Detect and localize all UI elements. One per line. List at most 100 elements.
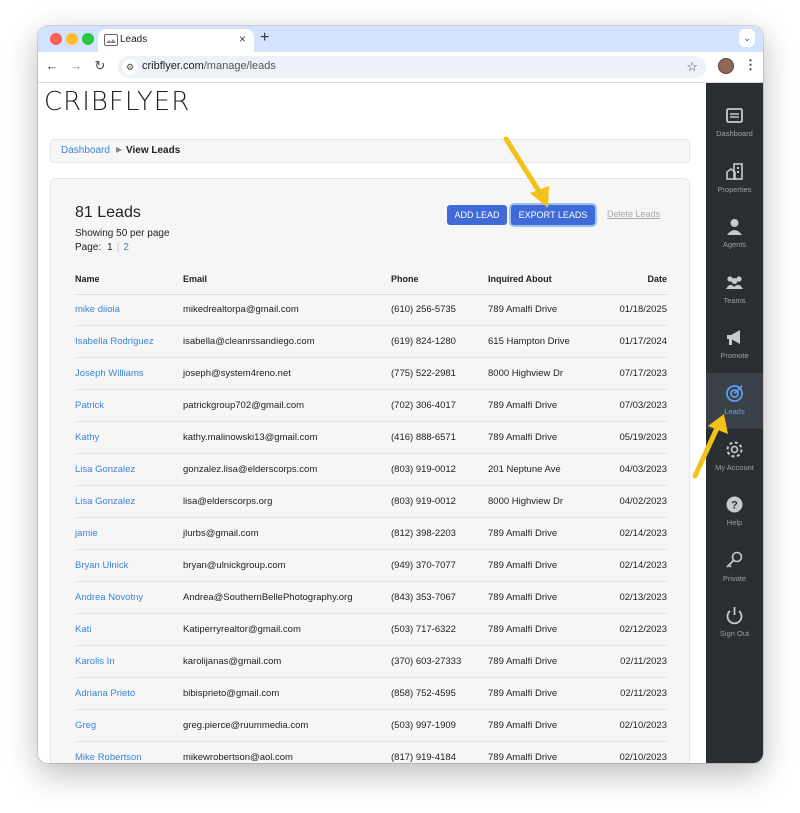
- lead-name-link[interactable]: Andrea Novotny: [75, 592, 143, 603]
- lead-name-link[interactable]: Kati: [75, 624, 91, 635]
- sidebar-item-help[interactable]: ? Help: [706, 484, 763, 540]
- sidebar-item-leads[interactable]: Leads: [706, 373, 763, 429]
- lead-name-link[interactable]: Adriana Prieto: [75, 688, 135, 699]
- table-row: Mike Robertson mikewrobertson@aol.com (817…: [75, 742, 667, 763]
- profile-avatar[interactable]: [718, 58, 734, 74]
- table-row: Kati Katiperryrealtor@gmail.com (503) 717-…: [75, 614, 667, 646]
- agent-icon: [727, 219, 742, 236]
- lead-phone-cell: (416) 888-6571: [391, 432, 456, 443]
- lead-date-cell: 02/14/2023: [619, 560, 667, 571]
- lead-date-cell: 07/17/2023: [619, 368, 667, 379]
- teams-icon: [726, 276, 743, 289]
- sidebar-item-private[interactable]: Private: [706, 540, 763, 596]
- add-lead-button[interactable]: ADD LEAD: [447, 205, 507, 225]
- url-domain: cribflyer.com: [142, 60, 204, 72]
- lead-name-link[interactable]: Kathy: [75, 432, 99, 443]
- column-header-name: Name: [75, 274, 100, 284]
- lead-name-link[interactable]: mike diioia: [75, 304, 120, 315]
- address-bar[interactable]: ⚙ cribflyer.com/manage/leads ☆: [118, 56, 706, 78]
- lead-date-cell: 07/03/2023: [619, 400, 667, 411]
- lead-about-cell: 789 Amalfi Drive: [488, 304, 558, 315]
- maximize-window-button[interactable]: [82, 33, 94, 45]
- breadcrumb-dashboard-link[interactable]: Dashboard: [61, 145, 110, 156]
- lead-email-cell: patrickgroup702@gmail.com: [183, 400, 305, 411]
- lead-name-link[interactable]: Karolis In: [75, 656, 115, 667]
- table-row: mike diioia mikedrealtorpa@gmail.com (610)…: [75, 294, 667, 326]
- page-link-2[interactable]: 2: [123, 242, 129, 253]
- lead-email-cell: Andrea@SouthernBellePhotography.org: [183, 592, 353, 603]
- lead-name-link[interactable]: jamie: [75, 528, 98, 539]
- lead-date-cell: 04/02/2023: [619, 496, 667, 507]
- tab-close-icon[interactable]: ×: [239, 32, 246, 46]
- lead-email-cell: isabella@cleanrssandiego.com: [183, 336, 315, 347]
- table-row: Isabella Rodriguez isabella@cleanrssandie…: [75, 326, 667, 358]
- sidebar-item-label: Sign Out: [719, 629, 750, 639]
- sidebar-item-properties[interactable]: Properties: [706, 151, 763, 207]
- url-path: /manage/leads: [203, 60, 276, 72]
- megaphone-icon: [727, 330, 740, 346]
- breadcrumb-separator-icon: ▶: [116, 145, 123, 154]
- delete-leads-link[interactable]: Delete Leads: [607, 209, 660, 219]
- browser-tab-leads[interactable]: Leads ×: [98, 29, 254, 52]
- table-row: Kathy kathy.malinowski13@gmail.com (416) 8…: [75, 422, 667, 454]
- lead-name-link[interactable]: Lisa Gonzalez: [75, 496, 135, 507]
- new-tab-button[interactable]: +: [260, 29, 269, 47]
- lead-phone-cell: (610) 256-5735: [391, 304, 456, 315]
- lead-email-cell: Katiperryrealtor@gmail.com: [183, 624, 301, 635]
- minimize-window-button[interactable]: [66, 33, 78, 45]
- lead-about-cell: 789 Amalfi Drive: [488, 400, 558, 411]
- lead-phone-cell: (370) 603-27333: [391, 656, 462, 667]
- sidebar-item-dashboard[interactable]: Dashboard: [706, 95, 763, 151]
- lead-name-link[interactable]: Bryan Ulnick: [75, 560, 128, 571]
- tab-search-chevron-icon[interactable]: ⌄: [739, 29, 755, 47]
- reload-icon[interactable]: ↻: [92, 58, 108, 74]
- cribflyer-logo[interactable]: CRIBFLYER: [44, 87, 190, 117]
- lead-about-cell: 789 Amalfi Drive: [488, 720, 558, 731]
- close-window-button[interactable]: [50, 33, 62, 45]
- lead-name-link[interactable]: Isabella Rodriguez: [75, 336, 154, 347]
- lead-phone-cell: (949) 370-7077: [391, 560, 456, 571]
- breadcrumb: Dashboard ▶ View Leads: [50, 139, 690, 163]
- per-page-text: Showing 50 per page: [75, 228, 170, 239]
- lead-name-link[interactable]: Joseph Williams: [75, 368, 144, 379]
- lead-email-cell: mikedrealtorpa@gmail.com: [183, 304, 299, 315]
- sidebar-item-label: My Account: [715, 462, 754, 472]
- sidebar-item-teams[interactable]: Teams: [706, 262, 763, 318]
- target-icon: [726, 385, 743, 402]
- browser-menu-icon[interactable]: ⋮: [744, 57, 757, 73]
- lead-phone-cell: (817) 919-4184: [391, 752, 456, 763]
- leads-count-title: 81 Leads: [75, 204, 141, 221]
- lead-name-link[interactable]: Greg: [75, 720, 96, 731]
- lead-phone-cell: (843) 353-7067: [391, 592, 456, 603]
- sidebar-item-my-account[interactable]: My Account: [706, 429, 763, 485]
- table-row: Patrick patrickgroup702@gmail.com (702) 30…: [75, 390, 667, 422]
- lead-phone-cell: (619) 824-1280: [391, 336, 456, 347]
- page-separator: |: [116, 242, 120, 253]
- properties-icon: [726, 162, 743, 180]
- sidebar-item-promote[interactable]: Promote: [706, 317, 763, 373]
- app-sidebar: Dashboard Properties Agents Teams Promote Lea…: [706, 83, 763, 763]
- leads-table-header: Name Email Phone Inquired About Date: [75, 274, 667, 295]
- lead-about-cell: 615 Hampton Drive: [488, 336, 570, 347]
- lead-about-cell: 789 Amalfi Drive: [488, 560, 558, 571]
- forward-arrow-icon[interactable]: →: [68, 58, 84, 74]
- leads-panel: 81 Leads Showing 50 per page Page: 1 | 2 AD…: [50, 178, 690, 763]
- lead-date-cell: 02/12/2023: [619, 624, 667, 635]
- sidebar-item-agents[interactable]: Agents: [706, 206, 763, 262]
- export-leads-button[interactable]: EXPORT LEADS: [511, 205, 595, 225]
- bookmark-star-icon[interactable]: ☆: [686, 59, 698, 75]
- lead-name-link[interactable]: Patrick: [75, 400, 104, 411]
- lead-date-cell: 05/19/2023: [619, 432, 667, 443]
- lead-email-cell: greg.pierce@ruummedia.com: [183, 720, 309, 731]
- lead-about-cell: 789 Amalfi Drive: [488, 656, 558, 667]
- site-info-icon[interactable]: ⚙: [122, 59, 138, 75]
- back-arrow-icon[interactable]: ←: [44, 58, 60, 74]
- column-header-phone: Phone: [391, 274, 419, 284]
- lead-phone-cell: (803) 919-0012: [391, 464, 456, 475]
- lead-date-cell: 02/11/2023: [620, 688, 667, 699]
- lead-name-link[interactable]: Lisa Gonzalez: [75, 464, 135, 475]
- tab-strip: Leads × + ⌄: [38, 26, 763, 52]
- sidebar-item-sign-out[interactable]: Sign Out: [706, 595, 763, 651]
- power-icon: [726, 607, 743, 625]
- lead-name-link[interactable]: Mike Robertson: [75, 752, 142, 763]
